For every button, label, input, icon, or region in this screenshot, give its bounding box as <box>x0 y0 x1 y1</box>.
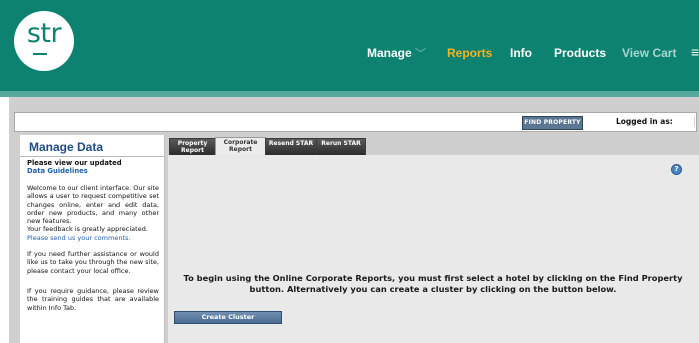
feedback-text: Your feedback is greatly appreciated. <box>27 225 148 234</box>
header-divider <box>694 116 695 127</box>
welcome-block: Welcome to our client interface. Our sit… <box>27 184 159 242</box>
nav-products[interactable]: Products <box>554 46 606 60</box>
tab-label: Rerun STAR <box>321 140 361 147</box>
top-navigation: str Manage ﹀ Reports Info Products View … <box>0 0 699 91</box>
training-text: If you require guidance, please review t… <box>27 287 159 312</box>
find-property-button[interactable]: FIND PROPERTY <box>522 116 583 130</box>
tab-rerun-star[interactable]: Rerun STAR <box>316 138 366 155</box>
chevron-down-icon[interactable]: ﹀ <box>415 45 426 61</box>
nav-view-cart[interactable]: View Cart <box>622 46 676 60</box>
header-bar: FIND PROPERTY Logged in as: <box>14 112 697 132</box>
welcome-text: Welcome to our client interface. Our sit… <box>27 184 159 226</box>
logged-in-label: Logged in as: <box>616 117 673 126</box>
hamburger-menu-icon[interactable]: ≡ <box>691 44 699 60</box>
tab-label: Report <box>229 146 252 153</box>
data-guidelines-link[interactable]: Data Guidelines <box>27 167 159 175</box>
sidebar-divider <box>20 156 164 157</box>
sidebar-title: Manage Data <box>29 140 104 154</box>
tab-label: Resend STAR <box>268 140 314 147</box>
feedback-link[interactable]: Please send us your comments. <box>27 234 159 242</box>
assistance-text: If you need further assistance or would … <box>27 250 159 275</box>
logo-underline <box>33 53 47 55</box>
nav-reports[interactable]: Reports <box>447 46 492 60</box>
str-logo[interactable]: str <box>14 11 74 71</box>
tab-label: Report <box>181 147 204 154</box>
guidelines-block: Please view our updated Data Guidelines <box>27 159 159 176</box>
instruction-message: To begin using the Online Corporate Repo… <box>183 273 683 294</box>
tab-label: Corporate <box>223 139 258 146</box>
sidebar: Manage Data Please view our updated Data… <box>20 135 165 343</box>
tab-corporate-report[interactable]: Corporate Report <box>215 137 266 157</box>
tab-label: Property <box>177 140 208 147</box>
tab-resend-star[interactable]: Resend STAR <box>265 138 317 155</box>
report-content-panel: ? To begin using the Online Corporate Re… <box>168 155 699 343</box>
guidelines-heading: Please view our updated <box>27 159 122 167</box>
logo-text: str <box>26 18 62 49</box>
nav-info[interactable]: Info <box>510 46 532 60</box>
create-cluster-button[interactable]: Create Cluster <box>174 311 282 324</box>
nav-manage[interactable]: Manage <box>367 46 412 60</box>
tab-property-report[interactable]: Property Report <box>169 138 216 155</box>
help-icon[interactable]: ? <box>671 164 682 175</box>
